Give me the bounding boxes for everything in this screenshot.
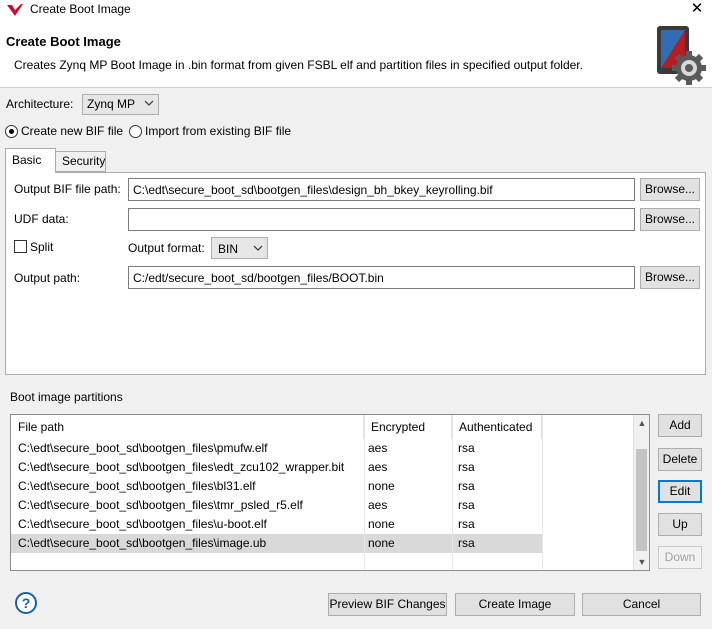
cell-authenticated: rsa — [458, 460, 475, 474]
add-partition-button[interactable]: Add — [658, 414, 702, 437]
cell-encrypted: aes — [368, 441, 388, 455]
table-row-selected[interactable]: C:\edt\secure_boot_sd\bootgen_files\imag… — [11, 534, 542, 553]
output-path-value: C:/edt/secure_boot_sd/bootgen_files/BOOT… — [133, 271, 384, 285]
chevron-down-icon — [144, 100, 154, 106]
table-row[interactable]: C:\edt\secure_boot_sd\bootgen_files\tmr_… — [11, 496, 542, 515]
create-new-bif-label[interactable]: Create new BIF file — [21, 124, 123, 138]
output-bif-label: Output BIF file path: — [14, 182, 121, 196]
boot-image-gear-icon — [657, 26, 706, 85]
output-format-value: BIN — [218, 242, 239, 256]
partitions-label: Boot image partitions — [10, 390, 123, 404]
output-path-input[interactable]: C:/edt/secure_boot_sd/bootgen_files/BOOT… — [128, 266, 635, 289]
cell-encrypted: none — [368, 536, 395, 550]
output-format-label: Output format: — [128, 241, 205, 255]
column-divider — [452, 415, 453, 570]
browse-udf-button[interactable]: Browse... — [640, 208, 700, 231]
tab-security[interactable]: Security — [55, 151, 106, 172]
scroll-down-icon[interactable]: ▼ — [634, 554, 649, 570]
scroll-up-icon[interactable]: ▲ — [634, 415, 649, 431]
create-image-button[interactable]: Create Image — [455, 593, 575, 616]
output-path-label: Output path: — [14, 271, 81, 285]
help-icon[interactable]: ? — [15, 592, 37, 614]
header-banner — [0, 20, 712, 88]
output-format-select[interactable]: BIN — [211, 237, 268, 259]
cell-authenticated: rsa — [458, 536, 475, 550]
cell-encrypted: none — [368, 479, 395, 493]
close-icon[interactable]: ✕ — [686, 0, 708, 19]
output-bif-path-value: C:\edt\secure_boot_sd\bootgen_files\desi… — [133, 183, 493, 197]
column-header-authenticated[interactable]: Authenticated — [452, 415, 542, 439]
edit-partition-button[interactable]: Edit — [658, 480, 702, 503]
move-down-button[interactable]: Down — [658, 546, 702, 569]
split-checkbox[interactable] — [14, 240, 27, 253]
column-header-encrypted[interactable]: Encrypted — [364, 415, 452, 439]
scrollbar-thumb[interactable] — [636, 449, 647, 551]
tab-security-label: Security — [62, 154, 106, 168]
page-description: Creates Zynq MP Boot Image in .bin forma… — [14, 58, 583, 72]
edit-label: Edit — [669, 484, 691, 498]
delete-label: Delete — [662, 452, 698, 466]
table-row[interactable]: C:\edt\secure_boot_sd\bootgen_files\bl31… — [11, 477, 542, 496]
architecture-select[interactable]: Zynq MP — [82, 94, 159, 115]
browse-output-button[interactable]: Browse... — [640, 266, 700, 289]
import-bif-label[interactable]: Import from existing BIF file — [145, 124, 291, 138]
browse-bif-button[interactable]: Browse... — [640, 178, 700, 201]
udf-data-label: UDF data: — [14, 212, 69, 226]
xilinx-logo-icon — [7, 4, 23, 16]
cell-encrypted: none — [368, 517, 395, 531]
cell-path: C:\edt\secure_boot_sd\bootgen_files\u-bo… — [18, 517, 267, 531]
partitions-table[interactable]: File path Encrypted Authenticated C:\edt… — [10, 414, 650, 571]
cell-encrypted: aes — [368, 498, 388, 512]
add-label: Add — [669, 418, 691, 432]
up-label: Up — [672, 517, 688, 531]
browse-output-label: Browse... — [644, 270, 695, 284]
udf-data-input[interactable] — [128, 208, 635, 231]
cancel-label: Cancel — [622, 597, 661, 611]
architecture-label: Architecture: — [6, 97, 74, 111]
import-bif-radio[interactable] — [129, 125, 142, 138]
column-divider — [542, 415, 543, 570]
table-row[interactable]: C:\edt\secure_boot_sd\bootgen_files\pmuf… — [11, 439, 542, 458]
cell-encrypted: aes — [368, 460, 388, 474]
cell-authenticated: rsa — [458, 498, 475, 512]
split-label[interactable]: Split — [30, 240, 53, 254]
column-divider — [364, 415, 365, 570]
vertical-scrollbar[interactable]: ▲ ▼ — [633, 415, 649, 570]
window-title: Create Boot Image — [30, 2, 131, 16]
cancel-button[interactable]: Cancel — [582, 593, 701, 616]
browse-bif-label: Browse... — [644, 182, 695, 196]
column-header-file-path[interactable]: File path — [11, 415, 364, 439]
cell-path: C:\edt\secure_boot_sd\bootgen_files\tmr_… — [18, 498, 303, 512]
down-label: Down — [664, 550, 696, 564]
table-row[interactable]: C:\edt\secure_boot_sd\bootgen_files\edt_… — [11, 458, 542, 477]
architecture-value: Zynq MP — [87, 97, 136, 111]
chevron-down-icon — [253, 245, 263, 251]
page-title: Create Boot Image — [6, 34, 121, 49]
cell-authenticated: rsa — [458, 441, 475, 455]
cell-authenticated: rsa — [458, 479, 475, 493]
cell-path: C:\edt\secure_boot_sd\bootgen_files\imag… — [18, 536, 267, 550]
create-image-label: Create Image — [478, 597, 552, 611]
tab-basic[interactable]: Basic — [5, 148, 56, 173]
preview-bif-label: Preview BIF Changes — [329, 597, 446, 611]
tab-basic-label: Basic — [12, 153, 42, 167]
move-up-button[interactable]: Up — [658, 513, 702, 536]
cell-path: C:\edt\secure_boot_sd\bootgen_files\edt_… — [18, 460, 345, 474]
create-new-bif-radio[interactable] — [5, 125, 18, 138]
browse-udf-label: Browse... — [644, 212, 695, 226]
output-bif-path-input[interactable]: C:\edt\secure_boot_sd\bootgen_files\desi… — [128, 178, 635, 201]
table-row[interactable]: C:\edt\secure_boot_sd\bootgen_files\u-bo… — [11, 515, 542, 534]
cell-path: C:\edt\secure_boot_sd\bootgen_files\bl31… — [18, 479, 256, 493]
preview-bif-button[interactable]: Preview BIF Changes — [328, 593, 447, 616]
delete-partition-button[interactable]: Delete — [658, 448, 702, 471]
cell-path: C:\edt\secure_boot_sd\bootgen_files\pmuf… — [18, 441, 268, 455]
cell-authenticated: rsa — [458, 517, 475, 531]
